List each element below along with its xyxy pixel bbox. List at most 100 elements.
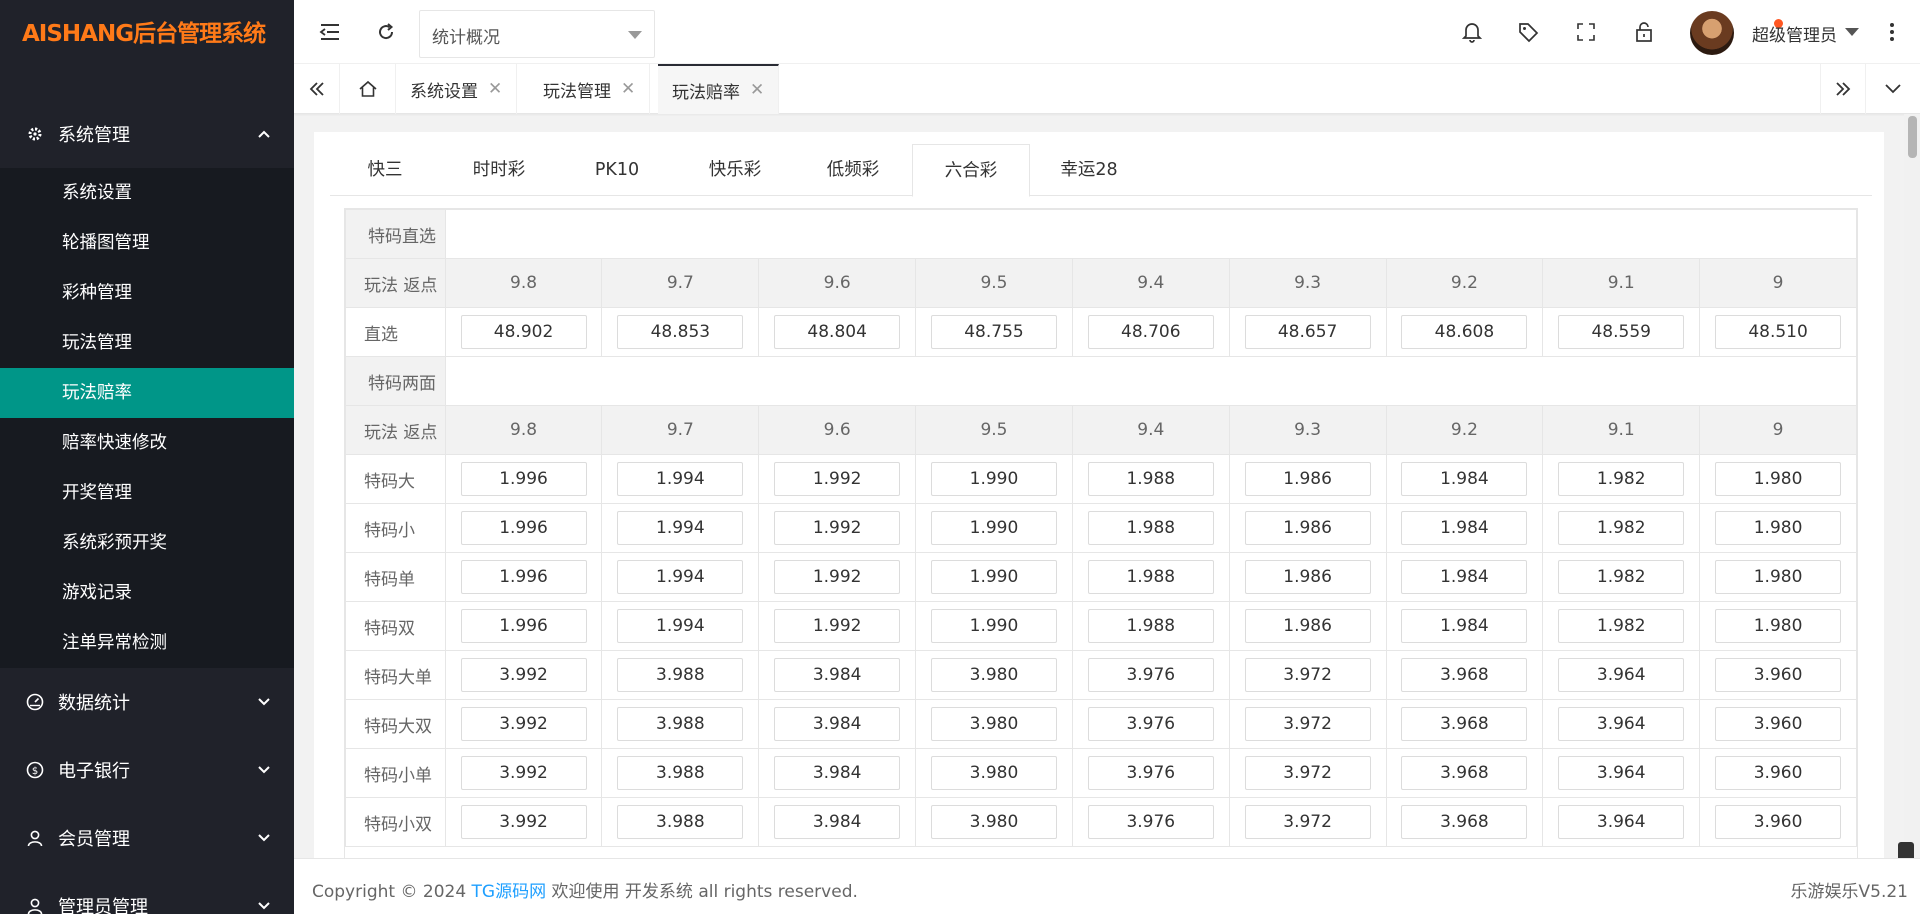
game-tab-k3[interactable]: 快三 [330,144,440,196]
odds-input[interactable]: 3.988 [617,707,744,741]
game-tab-kuaile[interactable]: 快乐彩 [676,144,794,196]
tabs-scroll-right-icon[interactable] [1820,64,1866,114]
odds-input[interactable]: 1.986 [1244,560,1371,594]
game-tab-lucky28[interactable]: 幸运28 [1030,144,1148,196]
odds-input[interactable]: 1.996 [460,511,587,545]
odds-input[interactable]: 48.657 [1244,315,1371,349]
odds-input[interactable]: 1.982 [1558,462,1685,496]
page-select[interactable]: 统计概况 [419,10,655,58]
odds-input[interactable]: 3.976 [1087,805,1214,839]
sidebar-group-stats[interactable]: 数据统计 [0,668,294,736]
tab-play-management[interactable]: 玩法管理 ✕ [529,64,651,114]
lock-icon[interactable] [1630,18,1658,46]
odds-input[interactable]: 3.988 [617,658,744,692]
odds-input[interactable]: 3.972 [1244,707,1371,741]
odds-input[interactable]: 3.992 [460,658,587,692]
odds-input[interactable]: 1.980 [1715,462,1842,496]
odds-input[interactable]: 1.986 [1244,511,1371,545]
odds-input[interactable]: 1.990 [930,609,1057,643]
odds-input[interactable]: 3.992 [460,756,587,790]
fullscreen-icon[interactable] [1572,18,1600,46]
close-icon[interactable]: ✕ [621,79,635,99]
odds-input[interactable]: 1.982 [1558,560,1685,594]
odds-input[interactable]: 1.994 [617,511,744,545]
odds-input[interactable]: 1.988 [1087,511,1214,545]
odds-input[interactable]: 48.804 [774,315,901,349]
odds-input[interactable]: 3.992 [460,805,587,839]
odds-input[interactable]: 1.984 [1401,511,1528,545]
tag-icon[interactable] [1514,18,1542,46]
odds-input[interactable]: 1.988 [1087,609,1214,643]
odds-input[interactable]: 3.984 [774,658,901,692]
odds-input[interactable]: 1.996 [460,462,587,496]
odds-input[interactable]: 3.964 [1558,805,1685,839]
odds-input[interactable]: 3.972 [1244,658,1371,692]
odds-input[interactable]: 3.984 [774,756,901,790]
odds-input[interactable]: 1.988 [1087,462,1214,496]
sidebar-item-lottery-types[interactable]: 彩种管理 [0,268,294,318]
odds-input[interactable]: 3.992 [460,707,587,741]
more-vertical-icon[interactable] [1878,18,1906,46]
sidebar-item-pre-draw[interactable]: 系统彩预开奖 [0,518,294,568]
odds-input[interactable]: 3.968 [1401,805,1528,839]
odds-input[interactable]: 1.984 [1401,560,1528,594]
odds-input[interactable]: 3.960 [1715,707,1842,741]
odds-input[interactable]: 3.980 [930,707,1057,741]
close-icon[interactable]: ✕ [488,79,502,99]
sidebar-item-play-odds[interactable]: 玩法赔率 [0,368,294,418]
odds-input[interactable]: 3.988 [617,756,744,790]
bell-icon[interactable] [1458,18,1486,46]
odds-input[interactable]: 1.980 [1715,560,1842,594]
sidebar-item-bet-anomaly[interactable]: 注单异常检测 [0,618,294,668]
odds-input[interactable]: 1.984 [1401,462,1528,496]
odds-input[interactable]: 1.992 [774,462,901,496]
odds-input[interactable]: 48.853 [617,315,744,349]
sidebar-item-game-records[interactable]: 游戏记录 [0,568,294,618]
sidebar-group-bank[interactable]: $ 电子银行 [0,736,294,804]
odds-input[interactable]: 1.982 [1558,609,1685,643]
odds-input[interactable]: 1.992 [774,560,901,594]
refresh-icon[interactable] [372,18,400,46]
odds-input[interactable]: 3.976 [1087,756,1214,790]
tabs-scroll-left-icon[interactable] [294,64,340,114]
odds-input[interactable]: 3.980 [930,658,1057,692]
odds-input[interactable]: 1.996 [460,609,587,643]
odds-input[interactable]: 3.976 [1087,707,1214,741]
vertical-scrollbar[interactable] [1904,114,1920,858]
odds-input[interactable]: 1.990 [930,462,1057,496]
tab-play-odds[interactable]: 玩法赔率 ✕ [658,64,780,114]
home-icon[interactable] [340,64,396,114]
odds-input[interactable]: 3.984 [774,707,901,741]
odds-input[interactable]: 1.980 [1715,609,1842,643]
sidebar-group-system[interactable]: 系统管理 [0,100,294,168]
chevron-down-icon[interactable] [1866,64,1920,114]
user-name[interactable]: 超级管理员 [1752,21,1837,46]
odds-input[interactable]: 3.968 [1401,658,1528,692]
sidebar-item-draw-management[interactable]: 开奖管理 [0,468,294,518]
odds-input[interactable]: 3.988 [617,805,744,839]
close-icon[interactable]: ✕ [750,80,764,100]
odds-input[interactable]: 3.968 [1401,756,1528,790]
odds-input[interactable]: 3.964 [1558,707,1685,741]
odds-input[interactable]: 1.986 [1244,462,1371,496]
avatar[interactable] [1690,11,1734,55]
odds-input[interactable]: 48.706 [1087,315,1214,349]
copyright-link[interactable]: TG源码网 [472,882,547,902]
sidebar-group-admins[interactable]: 管理员管理 [0,872,294,914]
odds-input[interactable]: 1.992 [774,609,901,643]
odds-input[interactable]: 3.960 [1715,756,1842,790]
odds-input[interactable]: 1.984 [1401,609,1528,643]
odds-input[interactable]: 3.972 [1244,756,1371,790]
sidebar-item-carousel[interactable]: 轮播图管理 [0,218,294,268]
sidebar-group-members[interactable]: 会员管理 [0,804,294,872]
sidebar-item-system-settings[interactable]: 系统设置 [0,168,294,218]
game-tab-ssc[interactable]: 时时彩 [440,144,558,196]
odds-input[interactable]: 3.960 [1715,658,1842,692]
sidebar-item-odds-quick-edit[interactable]: 赔率快速修改 [0,418,294,468]
odds-input[interactable]: 3.984 [774,805,901,839]
odds-input[interactable]: 1.982 [1558,511,1685,545]
odds-input[interactable]: 1.990 [930,511,1057,545]
odds-input[interactable]: 3.976 [1087,658,1214,692]
menu-fold-icon[interactable] [316,18,344,46]
game-tab-pk10[interactable]: PK10 [558,144,676,196]
